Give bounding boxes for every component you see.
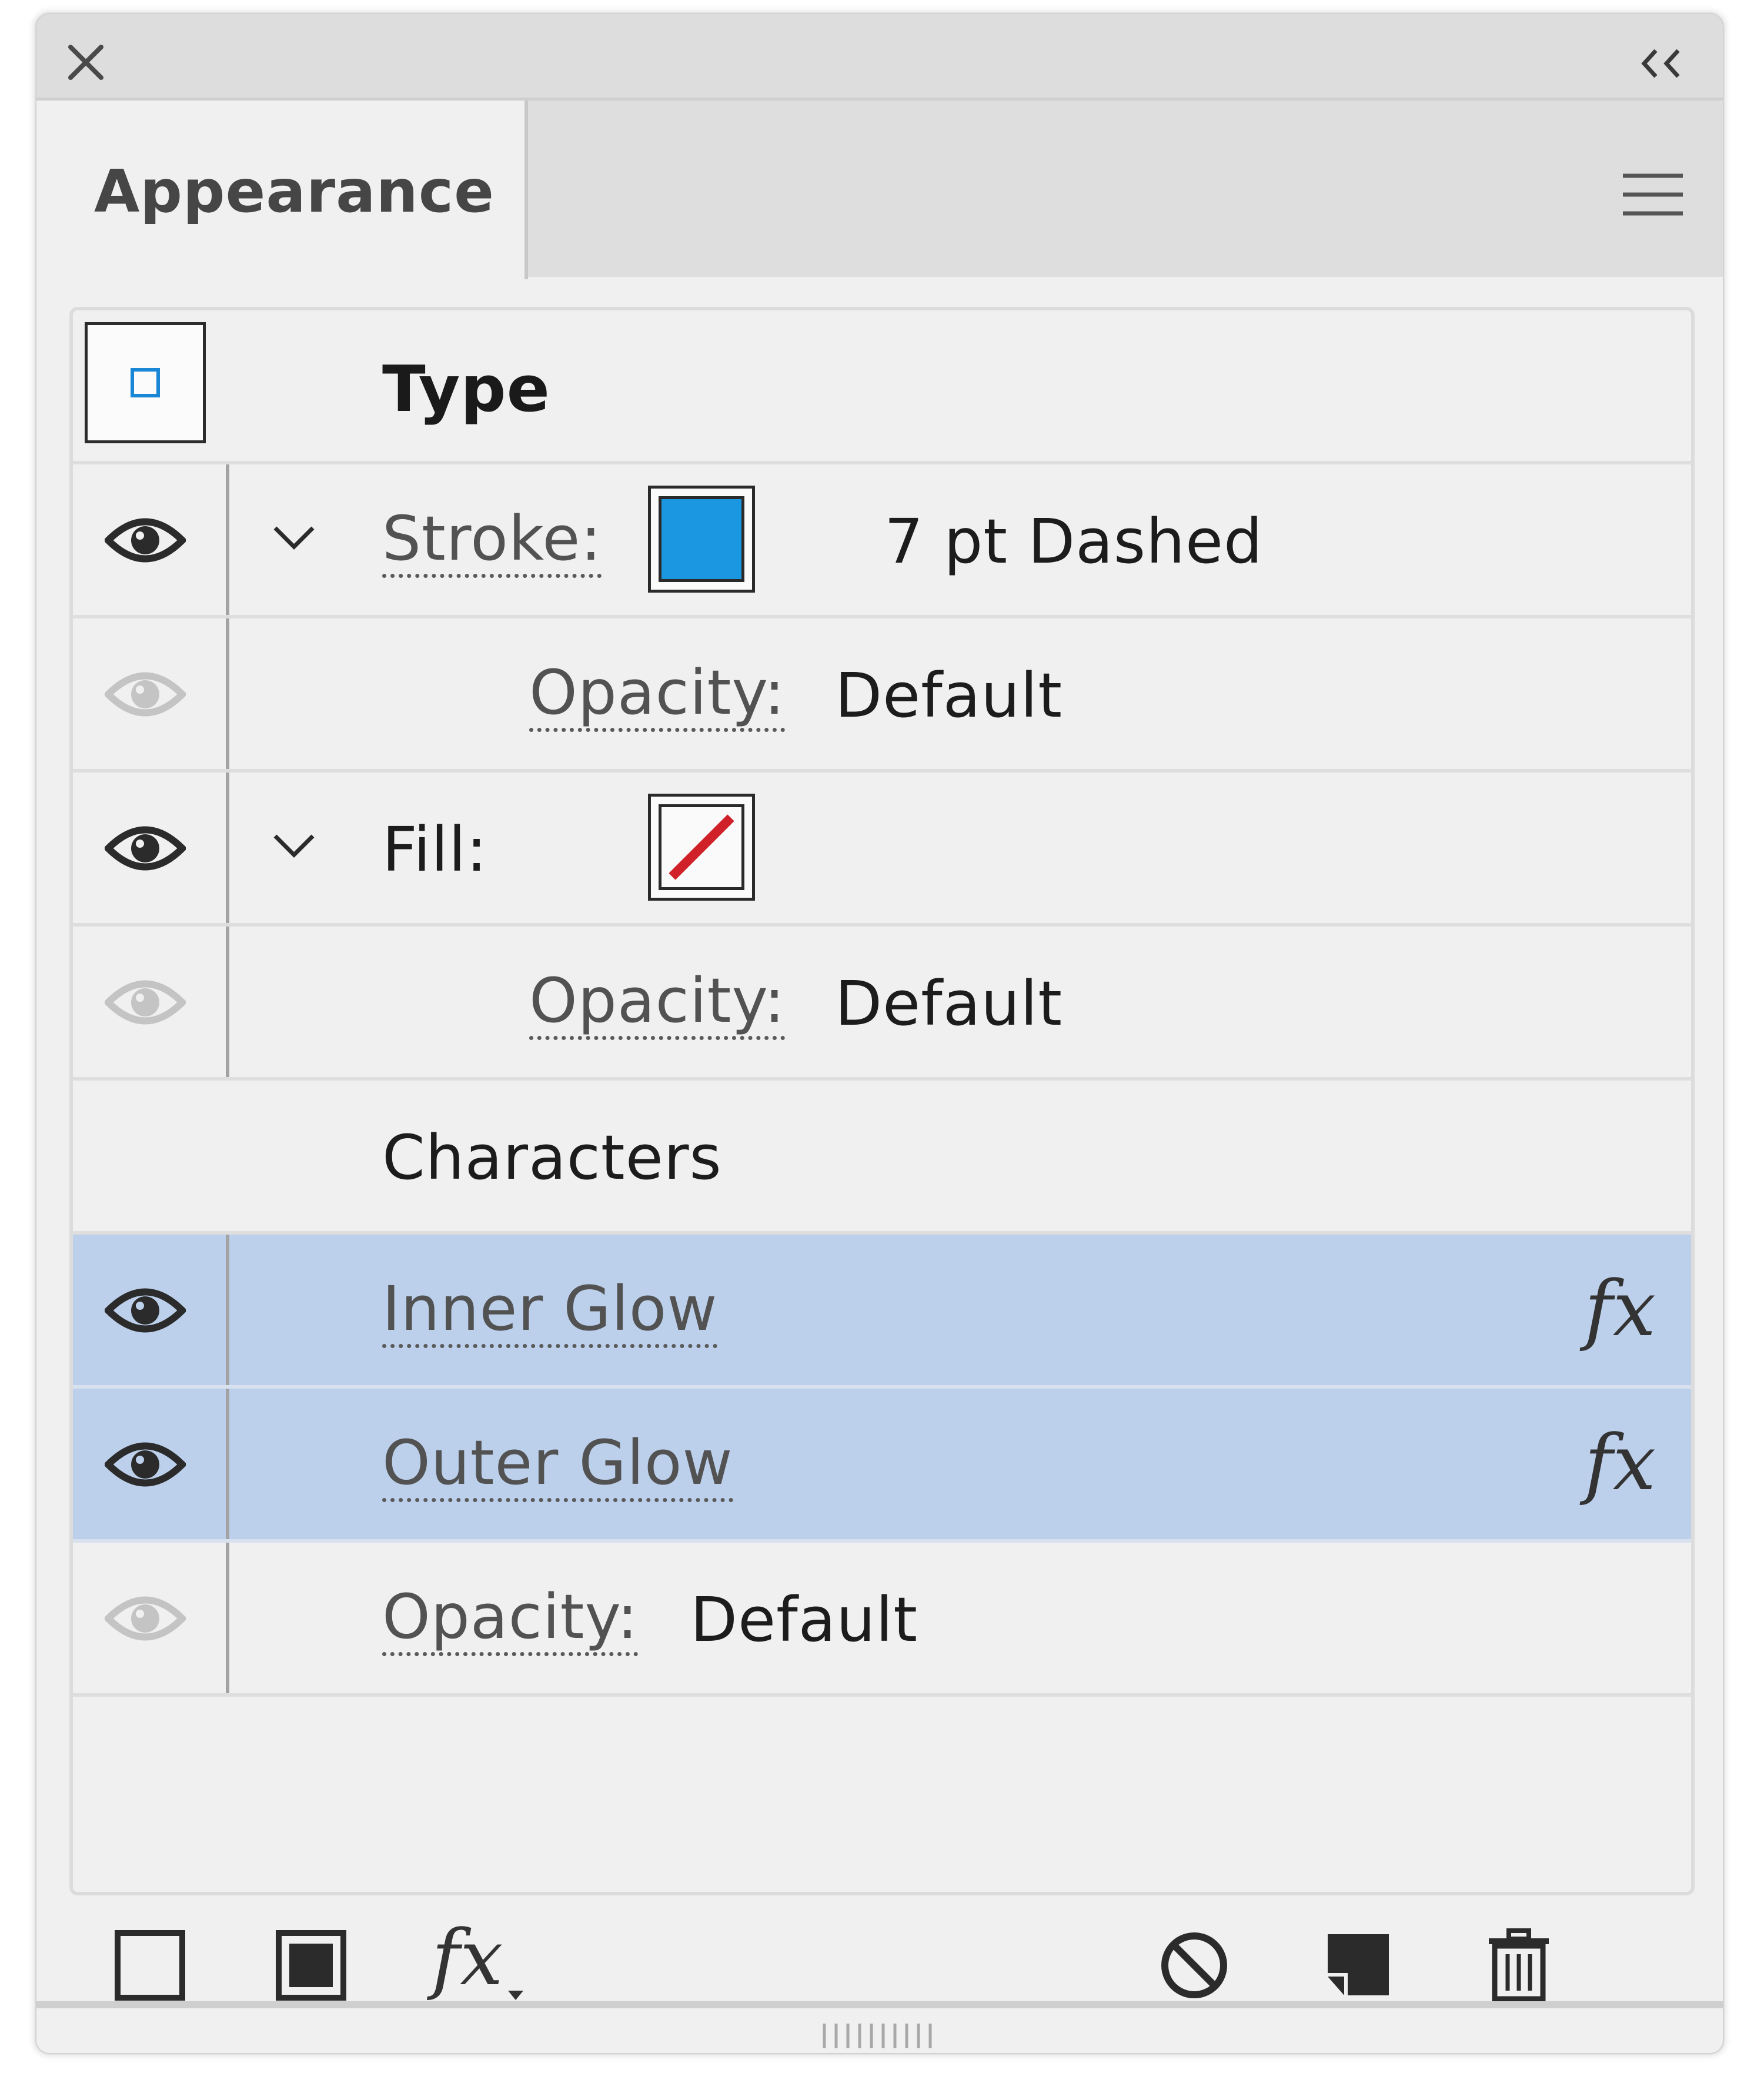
stroke-swatch[interactable] <box>648 486 755 593</box>
resize-bar[interactable] <box>36 2001 1723 2053</box>
eye-icon[interactable] <box>105 816 186 881</box>
dropdown-caret-icon <box>508 1991 523 2000</box>
eye-icon[interactable] <box>105 1586 186 1651</box>
outer-glow-row[interactable]: Outer Glow fx <box>73 1389 1691 1543</box>
opacity-label[interactable]: Opacity: <box>382 1584 639 1657</box>
hamburger-menu-icon[interactable] <box>1621 170 1685 219</box>
fill-opacity-row[interactable]: Opacity: Default <box>73 927 1691 1081</box>
chevron-down-icon[interactable] <box>270 517 318 559</box>
add-new-effect-icon[interactable]: fx <box>432 1913 503 2002</box>
chevron-down-icon[interactable] <box>270 825 318 867</box>
fx-icon: fx <box>1584 1418 1656 1507</box>
opacity-value: Default <box>690 1584 918 1656</box>
panel-tabbar: Appearance <box>36 101 1723 279</box>
opacity-value: Default <box>835 660 1063 731</box>
appearance-list: Type Stroke: 7 pt Dashed Opacity: Defaul… <box>69 307 1695 1895</box>
characters-row[interactable]: Characters <box>73 1081 1691 1235</box>
eye-icon[interactable] <box>105 1278 186 1343</box>
add-new-fill-icon[interactable] <box>273 1927 349 2004</box>
stroke-label[interactable]: Stroke: <box>382 506 602 578</box>
type-target-icon <box>85 322 206 443</box>
appearance-panel: Appearance Type Stroke: 7 pt Dashed Opac… <box>36 14 1723 2053</box>
stroke-opacity-row[interactable]: Opacity: Default <box>73 618 1691 773</box>
fill-row[interactable]: Fill: <box>73 773 1691 927</box>
double-chevron-left-icon[interactable] <box>1638 46 1685 81</box>
eye-icon[interactable] <box>105 508 186 573</box>
eye-icon[interactable] <box>105 662 186 727</box>
fx-icon: fx <box>1584 1264 1656 1353</box>
clear-appearance-icon[interactable] <box>1156 1927 1232 2004</box>
stroke-value: 7 pt Dashed <box>884 506 1263 577</box>
inner-glow-label[interactable]: Inner Glow <box>382 1276 718 1349</box>
characters-label: Characters <box>382 1122 722 1193</box>
fill-swatch-none[interactable] <box>648 794 755 901</box>
stroke-row[interactable]: Stroke: 7 pt Dashed <box>73 464 1691 618</box>
opacity-label[interactable]: Opacity: <box>529 660 786 733</box>
fill-label: Fill: <box>382 814 487 885</box>
target-row[interactable]: Type <box>73 310 1691 464</box>
tab-appearance[interactable]: Appearance <box>36 101 528 279</box>
resize-grip-icon[interactable] <box>818 2021 942 2051</box>
add-new-stroke-icon[interactable] <box>112 1927 188 2004</box>
duplicate-item-icon[interactable] <box>1318 1927 1395 2004</box>
panel-titlebar <box>36 14 1723 101</box>
outer-glow-label[interactable]: Outer Glow <box>382 1430 733 1503</box>
eye-icon[interactable] <box>105 1432 186 1497</box>
tab-label: Appearance <box>94 157 495 226</box>
inner-glow-row[interactable]: Inner Glow fx <box>73 1235 1691 1389</box>
target-label: Type <box>382 353 550 426</box>
trash-icon[interactable] <box>1481 1927 1557 2004</box>
opacity-value: Default <box>835 968 1063 1039</box>
close-icon[interactable] <box>64 40 108 85</box>
object-opacity-row[interactable]: Opacity: Default <box>73 1543 1691 1697</box>
eye-icon[interactable] <box>105 970 186 1035</box>
opacity-label[interactable]: Opacity: <box>529 968 786 1041</box>
